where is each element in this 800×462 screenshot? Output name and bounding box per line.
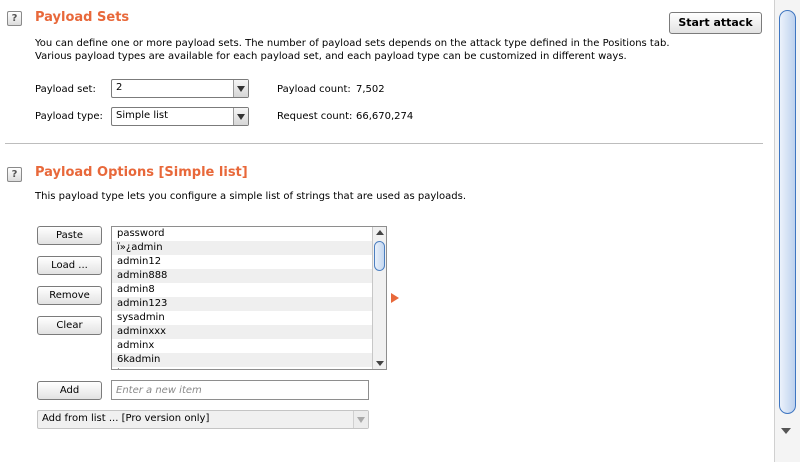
payload-count-label: Payload count: — [277, 84, 351, 95]
new-item-input[interactable] — [111, 380, 369, 400]
list-scroll-thumb[interactable] — [374, 241, 385, 271]
page-scroll-thumb[interactable] — [779, 10, 796, 414]
request-count-label: Request count: — [277, 111, 353, 122]
list-item[interactable]: sysadmin — [112, 311, 386, 325]
scroll-down-icon[interactable] — [373, 357, 386, 369]
list-scrollbar[interactable] — [372, 227, 386, 369]
payload-sets-description-line2: Various payload types are available for … — [35, 51, 627, 62]
page-scrollbar[interactable] — [774, 0, 800, 462]
expand-arrow-icon[interactable] — [391, 293, 399, 303]
start-attack-button[interactable]: Start attack — [669, 12, 762, 34]
list-item[interactable]: admin888 — [112, 269, 386, 283]
payload-sets-title: Payload Sets — [35, 10, 130, 25]
payload-set-select[interactable]: 2 — [111, 79, 249, 98]
payload-set-label: Payload set: — [35, 84, 96, 95]
list-item[interactable]: password — [112, 227, 386, 241]
payload-options-title: Payload Options [Simple list] — [35, 165, 248, 180]
section-divider — [5, 143, 763, 144]
payload-list[interactable]: password ï»¿admin admin12 admin888 admin… — [111, 226, 387, 370]
chevron-down-icon — [353, 411, 368, 428]
clear-button[interactable]: Clear — [37, 316, 102, 335]
payload-options-description: This payload type lets you configure a s… — [35, 191, 467, 202]
remove-button[interactable]: Remove — [37, 286, 102, 305]
payload-sets-description-line1: You can define one or more payload sets.… — [35, 38, 670, 49]
list-item[interactable]: admin8 — [112, 283, 386, 297]
list-item[interactable]: ï»¿admin — [112, 241, 386, 255]
scroll-up-icon[interactable] — [373, 227, 386, 239]
list-item[interactable]: l — [112, 367, 386, 369]
list-item[interactable]: adminx — [112, 339, 386, 353]
list-item[interactable]: admin123 — [112, 297, 386, 311]
payload-type-select[interactable]: Simple list — [111, 107, 249, 126]
scroll-down-icon[interactable] — [781, 428, 791, 434]
help-icon[interactable]: ? — [7, 11, 22, 26]
paste-button[interactable]: Paste — [37, 226, 102, 245]
payload-set-value: 2 — [116, 82, 123, 93]
chevron-down-icon — [233, 80, 248, 97]
list-item[interactable]: adminxxx — [112, 325, 386, 339]
list-item[interactable]: 6kadmin — [112, 353, 386, 367]
payload-type-label: Payload type: — [35, 111, 103, 122]
list-item[interactable]: admin12 — [112, 255, 386, 269]
payload-type-value: Simple list — [116, 110, 169, 121]
request-count-value: 66,670,274 — [356, 111, 414, 122]
help-icon[interactable]: ? — [7, 167, 22, 182]
add-from-list-select[interactable]: Add from list ... [Pro version only] — [37, 410, 369, 429]
add-from-list-value: Add from list ... [Pro version only] — [42, 413, 210, 424]
payload-count-value: 7,502 — [356, 84, 385, 95]
add-button[interactable]: Add — [37, 381, 102, 400]
chevron-down-icon — [233, 108, 248, 125]
load-button[interactable]: Load ... — [37, 256, 102, 275]
